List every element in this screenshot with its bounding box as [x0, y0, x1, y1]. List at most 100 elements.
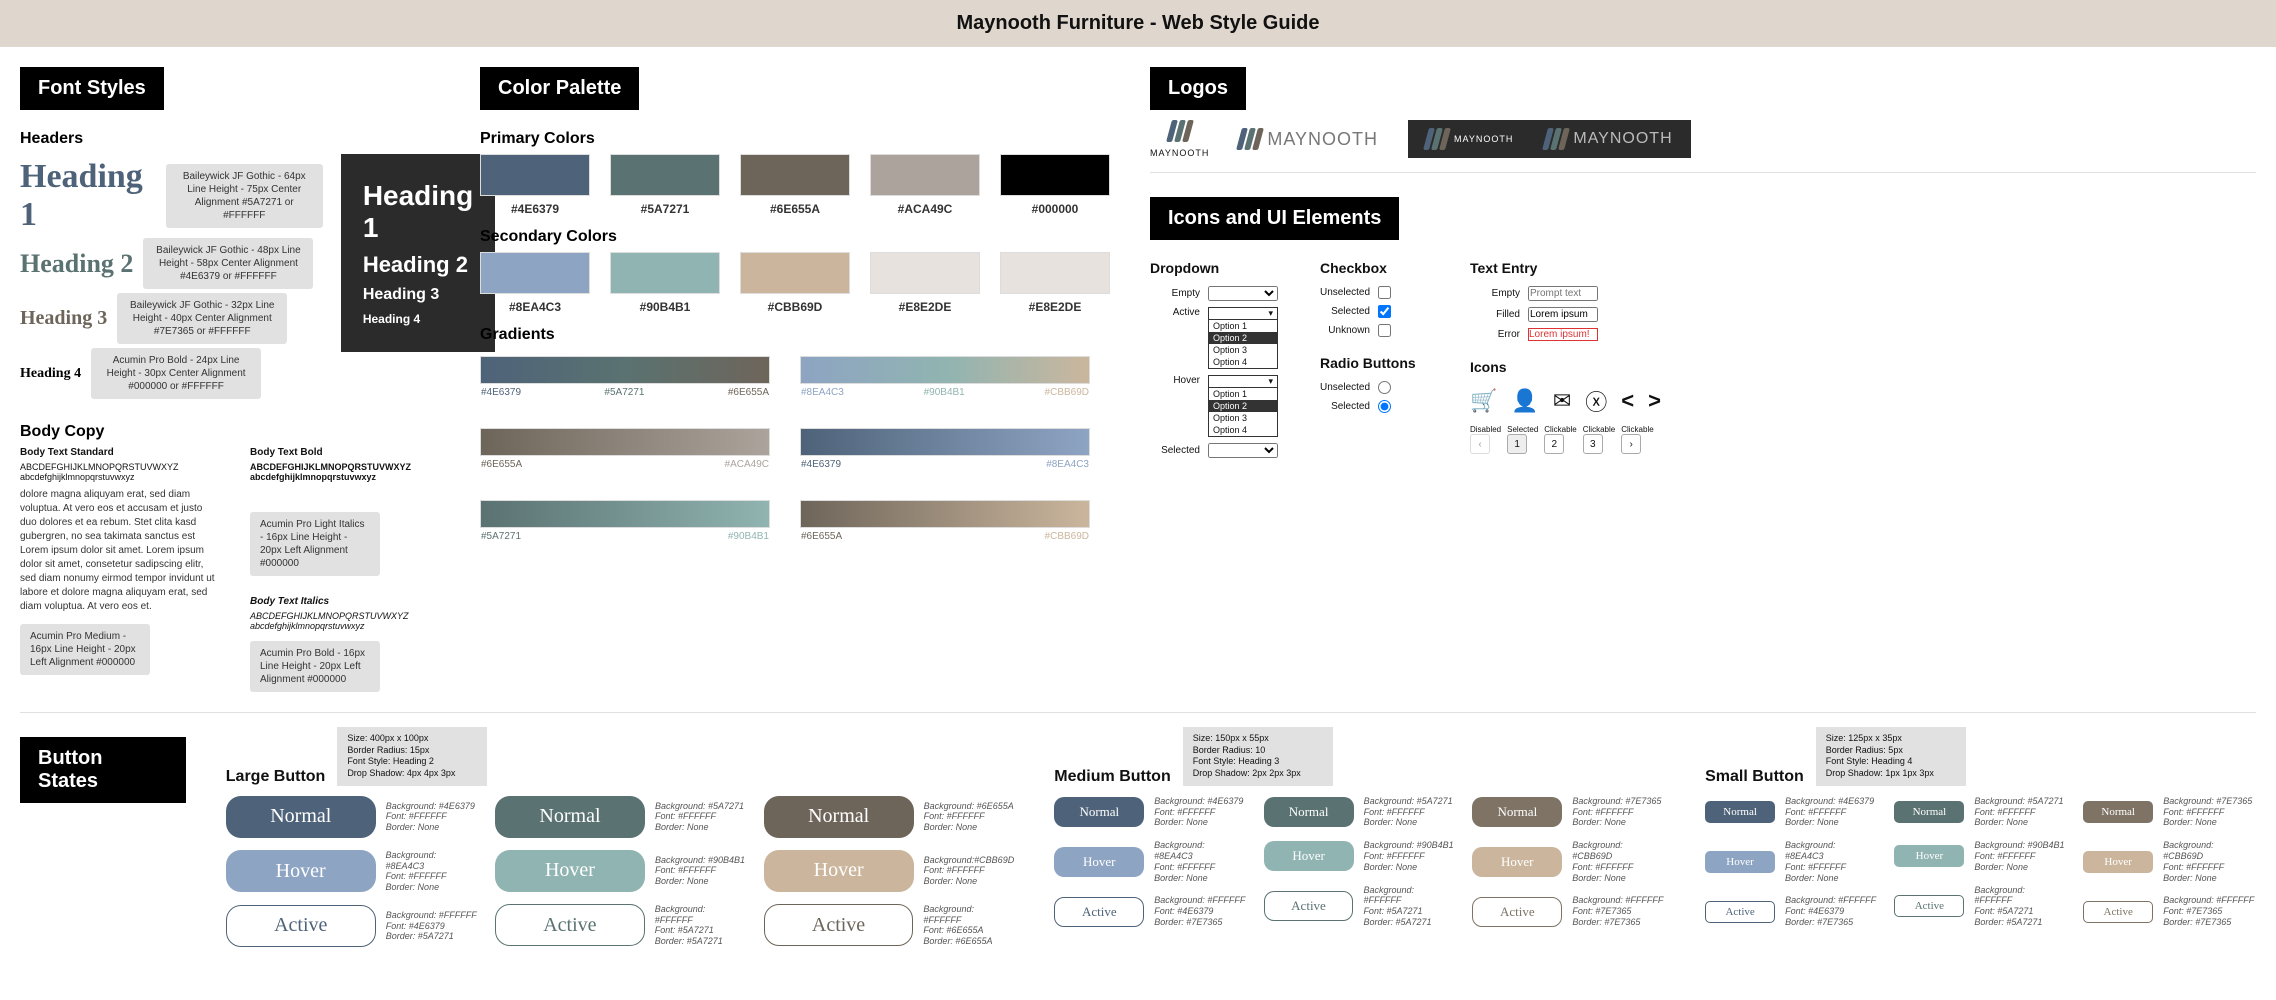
- heading-2-annot: Baileywick JF Gothic - 48px Line Height …: [143, 238, 313, 289]
- color-swatch: #8EA4C3: [480, 252, 590, 314]
- checkbox-selected[interactable]: [1378, 305, 1391, 318]
- gradient-bar: #8EA4C3#90B4B1#CBB69D: [800, 356, 1090, 384]
- text-filled[interactable]: [1528, 307, 1598, 322]
- button-size-title: Medium Button: [1054, 768, 1170, 786]
- textentry-title: Text Entry: [1470, 260, 1630, 276]
- text-empty[interactable]: [1528, 286, 1598, 301]
- button-large-active[interactable]: Active: [764, 904, 914, 946]
- radio-unselected[interactable]: [1378, 381, 1391, 394]
- close-icon[interactable]: ⓧ: [1585, 385, 1607, 417]
- section-icons-ui: Icons and UI Elements: [1150, 197, 1399, 240]
- user-icon[interactable]: 👤: [1511, 388, 1538, 414]
- cart-icon[interactable]: 🛒: [1470, 388, 1497, 414]
- dropdown-title: Dropdown: [1150, 260, 1290, 276]
- heading-1-annot: Baileywick JF Gothic - 64px Line Height …: [166, 164, 323, 228]
- gradient-bar: #4E6379#5A7271#6E655A: [480, 356, 770, 384]
- primary-colors-label: Primary Colors: [480, 130, 1120, 148]
- button-medium-hover[interactable]: Hover: [1054, 847, 1144, 877]
- chevron-left-icon[interactable]: <: [1621, 388, 1634, 414]
- color-swatch: #000000: [1000, 154, 1110, 216]
- heading-1-sample: Heading 1: [20, 158, 156, 234]
- color-swatch: #5A7271: [610, 154, 720, 216]
- color-swatch: #4E6379: [480, 154, 590, 216]
- checkbox-title: Checkbox: [1320, 260, 1440, 276]
- text-error[interactable]: [1528, 328, 1598, 341]
- heading-3-annot: Baileywick JF Gothic - 32px Line Height …: [117, 293, 287, 344]
- body-copy-label: Body Copy: [20, 423, 450, 441]
- color-swatch: #E8E2DE: [870, 252, 980, 314]
- dropdown-hover[interactable]: ▾ Option 1 Option 2 Option 3 Option 4: [1208, 375, 1278, 437]
- pager-›[interactable]: ›: [1621, 434, 1641, 454]
- button-small-normal[interactable]: Normal: [1705, 801, 1775, 823]
- mail-icon[interactable]: ✉: [1553, 388, 1571, 414]
- button-medium-active[interactable]: Active: [1264, 891, 1354, 921]
- pager-3[interactable]: 3: [1583, 434, 1603, 454]
- button-small-normal[interactable]: Normal: [2083, 801, 2153, 823]
- button-medium-hover[interactable]: Hover: [1264, 841, 1354, 871]
- page-title: Maynooth Furniture - Web Style Guide: [0, 0, 2276, 47]
- section-color-palette: Color Palette: [480, 67, 639, 110]
- body-standard-annot: Acumin Pro Medium - 16px Line Height - 2…: [20, 624, 150, 675]
- button-small-hover[interactable]: Hover: [2083, 851, 2153, 873]
- section-button-states: Button States: [20, 737, 186, 803]
- dropdown-selected[interactable]: [1208, 443, 1278, 458]
- logo-stacked: MAYNOOTH: [1150, 120, 1209, 158]
- body-bold-title: Body Text Bold: [250, 447, 450, 458]
- button-medium-normal[interactable]: Normal: [1264, 797, 1354, 827]
- checkbox-unknown[interactable]: [1378, 324, 1391, 337]
- button-large-hover[interactable]: Hover: [495, 850, 645, 892]
- checkbox-unselected[interactable]: [1378, 286, 1391, 299]
- body-standard-title: Body Text Standard: [20, 447, 220, 458]
- button-small-active[interactable]: Active: [1705, 901, 1775, 923]
- body-standard-sample: ABCDEFGHIJKLMNOPQRSTUVWXYZ abcdefghijklm…: [20, 462, 220, 482]
- button-medium-active[interactable]: Active: [1472, 897, 1562, 927]
- gradient-bar: #4E6379#8EA4C3: [800, 428, 1090, 456]
- button-medium-hover[interactable]: Hover: [1472, 847, 1562, 877]
- body-italic-sample: ABCDEFGHIJKLMNOPQRSTUVWXYZ abcdefghijklm…: [250, 611, 450, 631]
- dropdown-empty[interactable]: [1208, 286, 1278, 301]
- section-font-styles: Font Styles: [20, 67, 164, 110]
- button-large-active[interactable]: Active: [495, 904, 645, 946]
- heading-4-annot: Acumin Pro Bold - 24px Line Height - 30p…: [91, 348, 261, 399]
- headers-label: Headers: [20, 130, 450, 148]
- body-bold-annot: Acumin Pro Light Italics - 16px Line Hei…: [250, 512, 380, 576]
- section-logos: Logos: [1150, 67, 1246, 110]
- color-swatch: #E8E2DE: [1000, 252, 1110, 314]
- button-size-title: Large Button: [226, 768, 326, 786]
- button-large-normal[interactable]: Normal: [226, 796, 376, 838]
- gradient-bar: #6E655A#CBB69D: [800, 500, 1090, 528]
- gradients-label: Gradients: [480, 326, 1120, 344]
- color-swatch: #6E655A: [740, 154, 850, 216]
- body-italic-annot: Acumin Pro Bold - 16px Line Height - 20p…: [250, 641, 380, 692]
- pager-2[interactable]: 2: [1544, 434, 1564, 454]
- heading-4-sample: Heading 4: [20, 366, 81, 382]
- color-swatch: #90B4B1: [610, 252, 720, 314]
- gradient-bar: #5A7271#90B4B1: [480, 500, 770, 528]
- button-large-hover[interactable]: Hover: [764, 850, 914, 892]
- pager-‹: ‹: [1470, 434, 1490, 454]
- button-large-normal[interactable]: Normal: [764, 796, 914, 838]
- button-size-title: Small Button: [1705, 768, 1804, 786]
- button-large-hover[interactable]: Hover: [226, 850, 376, 892]
- dropdown-active[interactable]: ▾ Option 1 Option 2 Option 3 Option 4: [1208, 307, 1278, 369]
- color-swatch: #ACA49C: [870, 154, 980, 216]
- button-large-normal[interactable]: Normal: [495, 796, 645, 838]
- pager-1[interactable]: 1: [1507, 434, 1527, 454]
- chevron-right-icon[interactable]: >: [1648, 388, 1661, 414]
- button-small-active[interactable]: Active: [2083, 901, 2153, 923]
- radio-selected[interactable]: [1378, 400, 1391, 413]
- body-bold-sample: ABCDEFGHIJKLMNOPQRSTUVWXYZ abcdefghijklm…: [250, 462, 450, 482]
- button-medium-normal[interactable]: Normal: [1054, 797, 1144, 827]
- heading-dark-panel: Heading 1 Heading 2 Heading 3 Heading 4: [341, 154, 495, 352]
- button-small-hover[interactable]: Hover: [1705, 851, 1775, 873]
- button-medium-active[interactable]: Active: [1054, 897, 1144, 927]
- button-small-normal[interactable]: Normal: [1894, 801, 1964, 823]
- button-large-active[interactable]: Active: [226, 905, 376, 947]
- logo-dark-panel: MAYNOOTH MAYNOOTH: [1408, 120, 1691, 158]
- button-small-hover[interactable]: Hover: [1894, 845, 1964, 867]
- radio-title: Radio Buttons: [1320, 355, 1440, 371]
- heading-2-sample: Heading 2: [20, 249, 133, 279]
- body-italic-title: Body Text Italics: [250, 596, 450, 607]
- button-small-active[interactable]: Active: [1894, 895, 1964, 917]
- button-medium-normal[interactable]: Normal: [1472, 797, 1562, 827]
